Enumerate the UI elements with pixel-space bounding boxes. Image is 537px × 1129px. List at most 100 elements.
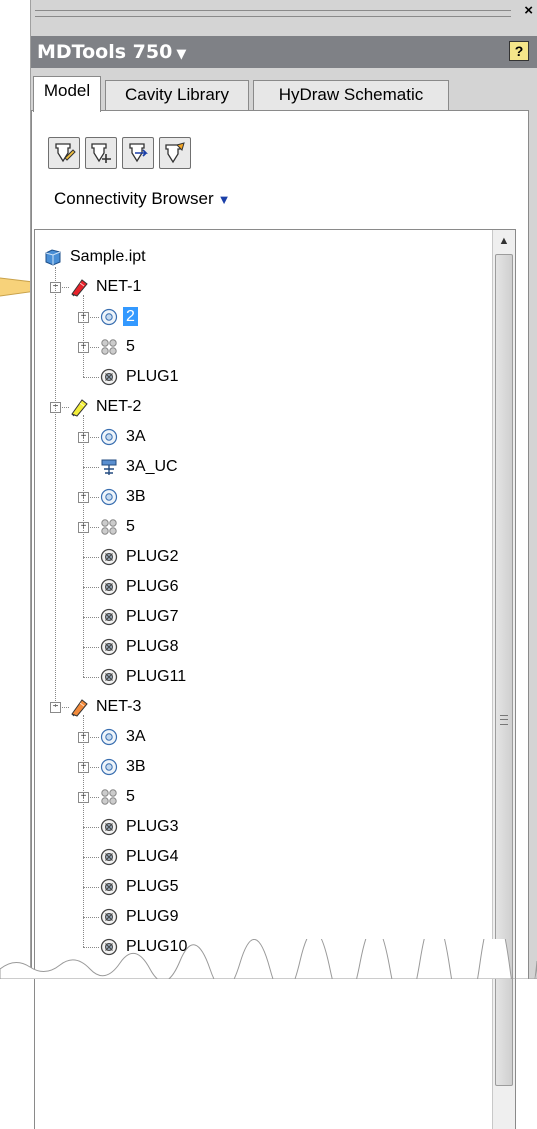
net-icon xyxy=(71,279,88,297)
tree-node-plug4[interactable]: PLUG4 xyxy=(99,842,181,872)
cavity-icon xyxy=(100,428,118,446)
edit-cavity-button[interactable] xyxy=(48,137,80,169)
connectivity-browser-menu[interactable]: Connectivity Browser ▼ xyxy=(54,189,231,209)
tab-model[interactable]: Model xyxy=(33,76,101,112)
net-icon xyxy=(71,399,88,417)
tree-node-label: PLUG6 xyxy=(126,578,179,595)
tree-node-3b[interactable]: 3B xyxy=(99,752,149,782)
cavity-array-icon xyxy=(101,519,117,535)
close-button[interactable]: × xyxy=(524,2,533,19)
tree-node-label: PLUG9 xyxy=(126,908,179,925)
tree-connector xyxy=(83,647,99,648)
cavity-icon xyxy=(100,758,118,776)
tree-node-label: 3B xyxy=(126,488,146,505)
tree-node-label: PLUG3 xyxy=(126,818,179,835)
tree-connector xyxy=(83,415,84,677)
add-cavity-icon xyxy=(91,143,111,163)
vertical-scrollbar[interactable]: ▲ xyxy=(492,230,515,1129)
tree-node-3a[interactable]: 3A xyxy=(99,422,149,452)
tree-node-label: 5 xyxy=(126,338,135,355)
tree-node-3a-uc[interactable]: 3A_UC xyxy=(99,452,181,482)
connectivity-tree: Sample.ipt − NET-1 +2 +5 PLUG1− NET-2 +3A 3A_UC +… xyxy=(35,230,495,1129)
panel-title-menu[interactable]: MDTools 750 ▼ xyxy=(37,41,186,63)
cavity-array-icon xyxy=(101,789,117,805)
tree-root-part[interactable]: Sample.ipt xyxy=(43,242,149,272)
tree-node-plug2[interactable]: PLUG2 xyxy=(99,542,181,572)
tree-node-label: PLUG7 xyxy=(126,608,179,625)
scrollbar-grip-icon xyxy=(500,715,508,725)
plug-icon xyxy=(100,908,118,926)
tree-net-1[interactable]: NET-1 xyxy=(69,272,144,302)
tree-node-5[interactable]: 5 xyxy=(99,782,138,812)
flow-cavity-button[interactable] xyxy=(122,137,154,169)
tree-node-plug9[interactable]: PLUG9 xyxy=(99,902,181,932)
mdtools-panel: × MDTools 750 ▼ ? Model Cavity Library Hy… xyxy=(30,0,537,1129)
tree-node-label: PLUG11 xyxy=(126,668,187,685)
cavity-icon xyxy=(100,488,118,506)
tree-node-label: NET-1 xyxy=(96,278,142,295)
tree-net-2[interactable]: NET-2 xyxy=(69,392,144,422)
tree-node-label: NET-3 xyxy=(96,698,142,715)
tree-node-2[interactable]: 2 xyxy=(99,302,138,332)
plug-icon xyxy=(100,848,118,866)
port-icon xyxy=(101,459,117,475)
tree-node-plug6[interactable]: PLUG6 xyxy=(99,572,181,602)
tree-node-plug5[interactable]: PLUG5 xyxy=(99,872,181,902)
tree-connector xyxy=(83,715,84,947)
settings-cavity-icon xyxy=(165,142,185,164)
tree-connector xyxy=(83,295,84,377)
tree-node-plug11[interactable]: PLUG11 xyxy=(99,662,189,692)
tree-node-label: PLUG8 xyxy=(126,638,179,655)
chevron-down-icon: ▼ xyxy=(176,47,187,62)
panel-grip[interactable] xyxy=(35,10,511,17)
tab-strip: Model Cavity Library HyDraw Schematic xyxy=(31,76,537,112)
tab-cavity-library[interactable]: Cavity Library xyxy=(105,80,249,110)
plug-icon xyxy=(100,548,118,566)
tree-node-plug7[interactable]: PLUG7 xyxy=(99,602,181,632)
tree-node-plug8[interactable]: PLUG8 xyxy=(99,632,181,662)
tree-node-5[interactable]: 5 xyxy=(99,512,138,542)
part-icon xyxy=(45,249,61,266)
tree-connector xyxy=(83,617,99,618)
plug-icon xyxy=(100,668,118,686)
plug-icon xyxy=(100,638,118,656)
tree-net-3[interactable]: NET-3 xyxy=(69,692,144,722)
edit-cavity-icon xyxy=(55,143,76,163)
plug-icon xyxy=(100,878,118,896)
help-button[interactable]: ? xyxy=(509,41,529,61)
tree-node-5[interactable]: 5 xyxy=(99,332,138,362)
tree-node-label: NET-2 xyxy=(96,398,142,415)
connectivity-tree-panel: Sample.ipt − NET-1 +2 +5 PLUG1− NET-2 +3A 3A_UC +… xyxy=(34,229,516,1129)
tree-node-label: 3B xyxy=(126,758,146,775)
tree-connector xyxy=(83,857,99,858)
tree-connector xyxy=(83,467,99,468)
tab-content-model: Connectivity Browser ▼ Sample.ipt − NET-1 +2… xyxy=(31,110,529,1129)
tree-node-3b[interactable]: 3B xyxy=(99,482,149,512)
tree-node-label: 3A xyxy=(126,728,146,745)
scroll-up-icon[interactable]: ▲ xyxy=(493,230,515,252)
tree-node-label: PLUG1 xyxy=(126,368,179,385)
cavity-icon xyxy=(100,308,118,326)
tree-node-plug1[interactable]: PLUG1 xyxy=(99,362,181,392)
tree-connector xyxy=(83,827,99,828)
tree-node-label: 3A_UC xyxy=(126,458,178,475)
tree-node-label: 3A xyxy=(126,428,146,445)
tree-node-plug3[interactable]: PLUG3 xyxy=(99,812,181,842)
panel-titlebar: MDTools 750 ▼ ? xyxy=(31,36,537,68)
tree-connector xyxy=(83,887,99,888)
tab-hydraw-schematic[interactable]: HyDraw Schematic xyxy=(253,80,449,110)
flow-cavity-icon xyxy=(129,143,148,163)
add-cavity-button[interactable] xyxy=(85,137,117,169)
tree-connector xyxy=(83,557,99,558)
tree-connector xyxy=(83,377,99,378)
plug-icon xyxy=(100,608,118,626)
tree-node-label: PLUG4 xyxy=(126,848,179,865)
tree-node-3a[interactable]: 3A xyxy=(99,722,149,752)
tree-connector xyxy=(83,677,99,678)
tree-node-label: 2 xyxy=(123,307,138,326)
tree-node-label: 5 xyxy=(126,788,135,805)
torn-edge xyxy=(0,939,537,979)
cavity-array-icon xyxy=(101,339,117,355)
settings-cavity-button[interactable] xyxy=(159,137,191,169)
net-icon xyxy=(71,699,88,717)
